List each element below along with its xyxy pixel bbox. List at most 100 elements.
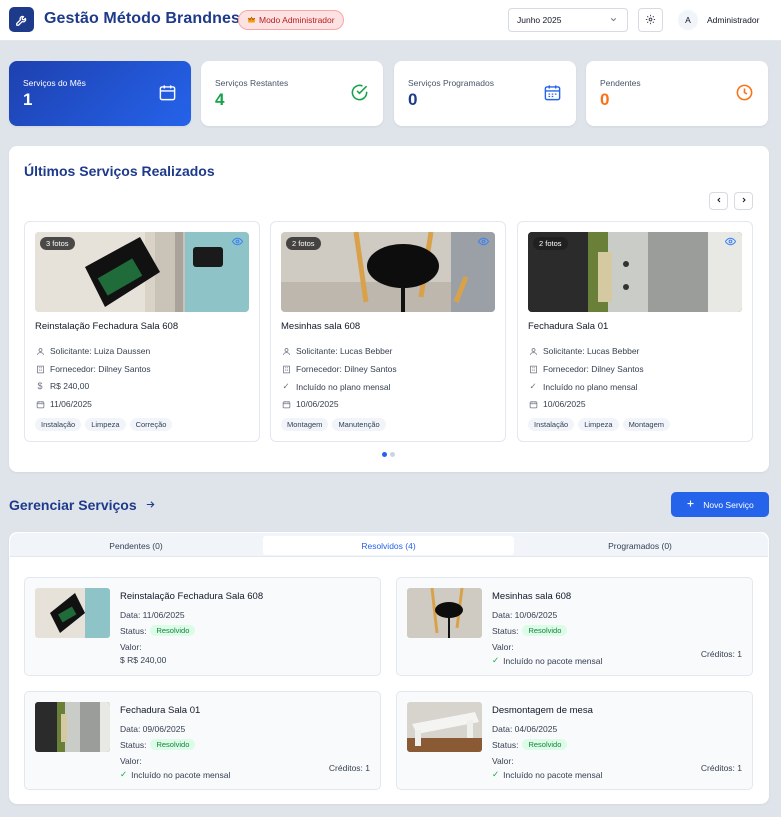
service-tags: Montagem Manutenção <box>281 418 386 431</box>
service-thumbnail[interactable] <box>35 588 110 638</box>
gear-icon <box>645 14 656 27</box>
service-status: Status: Resolvido <box>492 625 568 636</box>
service-cost: $ R$ 240,00 <box>35 381 89 391</box>
status-badge: Resolvido <box>522 625 568 636</box>
service-card[interactable]: 3 fotos Reinstalação Fechadura Sala 608 … <box>24 221 260 442</box>
stat-label: Pendentes <box>600 78 641 88</box>
resolved-service-card[interactable]: Mesinhas sala 608 Data: 10/06/2025 Statu… <box>396 577 753 676</box>
service-date: 10/06/2025 <box>528 399 586 409</box>
calendar-icon <box>528 400 538 409</box>
avatar[interactable]: A <box>678 10 698 30</box>
user-icon <box>281 347 291 356</box>
service-status: Status: Resolvido <box>120 739 196 750</box>
service-thumbnail[interactable] <box>407 702 482 752</box>
eye-icon[interactable] <box>723 235 738 247</box>
wrench-logo-icon <box>9 7 34 32</box>
recent-services-title: Últimos Serviços Realizados <box>24 163 215 179</box>
tag: Montagem <box>281 418 329 431</box>
user-name[interactable]: Administrador <box>707 15 759 25</box>
stat-label: Serviços do Mês <box>23 78 86 88</box>
calendar-icon <box>35 400 45 409</box>
crown-icon <box>247 15 256 26</box>
calendar-grid-icon <box>543 83 562 104</box>
service-photo[interactable]: 2 fotos <box>528 232 742 312</box>
new-service-button[interactable]: Novo Serviço <box>671 492 769 517</box>
service-title: Mesinhas sala 608 <box>492 591 572 602</box>
service-value-label: Valor: <box>120 756 142 766</box>
service-cost: ✓ Incluído no plano mensal <box>282 381 391 392</box>
service-title: Fechadura Sala 01 <box>120 705 201 716</box>
service-requester: Solicitante: Luiza Daussen <box>35 346 150 356</box>
tag: Correção <box>129 418 173 431</box>
service-value-label: Valor: <box>492 642 514 652</box>
service-title: Fechadura Sala 01 <box>528 321 609 332</box>
stat-card-services-month: Serviços do Mês 1 <box>9 61 191 126</box>
resolved-service-card[interactable]: Reinstalação Fechadura Sala 608 Data: 11… <box>24 577 381 676</box>
service-supplier: Fornecedor: Dilney Santos <box>528 364 644 374</box>
service-cost: ✓ Incluído no plano mensal <box>529 381 638 392</box>
manage-services-title[interactable]: Gerenciar Serviços <box>9 497 156 513</box>
service-requester: Solicitante: Lucas Bebber <box>528 346 639 356</box>
photo-count-badge: 3 fotos <box>40 237 75 250</box>
service-status: Status: Resolvido <box>120 625 196 636</box>
service-requester: Solicitante: Lucas Bebber <box>281 346 392 356</box>
arrow-right-icon <box>145 497 156 513</box>
service-date: 11/06/2025 <box>35 399 92 409</box>
carousel-dot[interactable] <box>382 452 387 457</box>
building-icon <box>528 365 538 374</box>
stat-label: Serviços Restantes <box>215 78 289 88</box>
dollar-icon: $ <box>37 381 43 391</box>
stat-card-pending: Pendentes 0 <box>586 61 768 126</box>
carousel-next-button[interactable] <box>734 192 753 210</box>
resolved-service-card[interactable]: Desmontagem de mesa Data: 04/06/2025 Sta… <box>396 691 753 790</box>
status-badge: Resolvido <box>150 739 196 750</box>
service-date: 10/06/2025 <box>281 399 339 409</box>
carousel-prev-button[interactable] <box>709 192 728 210</box>
service-tags: Instalação Limpeza Correção <box>35 418 173 431</box>
service-thumbnail[interactable] <box>35 702 110 752</box>
user-icon <box>528 347 538 356</box>
settings-button[interactable] <box>638 8 663 32</box>
status-badge: Resolvido <box>150 625 196 636</box>
status-badge: Resolvido <box>522 739 568 750</box>
service-value-label: Valor: <box>120 642 142 652</box>
service-value: ✓ Incluído no pacote mensal <box>492 655 603 666</box>
eye-icon[interactable] <box>230 235 245 247</box>
tab-scheduled[interactable]: Programados (0) <box>516 536 764 555</box>
service-card[interactable]: 2 fotos Mesinhas sala 608 Solicitante: L… <box>270 221 506 442</box>
admin-mode-badge: Modo Administrador <box>238 10 344 30</box>
service-card[interactable]: 2 fotos Fechadura Sala 01 Solicitante: L… <box>517 221 753 442</box>
plus-icon <box>686 499 695 510</box>
service-title: Desmontagem de mesa <box>492 705 593 716</box>
clock-icon <box>735 83 754 104</box>
tab-resolved[interactable]: Resolvidos (4) <box>263 536 514 555</box>
carousel-dot[interactable] <box>390 452 395 457</box>
stat-card-scheduled: Serviços Programados 0 <box>394 61 576 126</box>
calendar-icon <box>281 400 291 409</box>
service-date: Data: 10/06/2025 <box>492 610 558 620</box>
resolved-service-card[interactable]: Fechadura Sala 01 Data: 09/06/2025 Statu… <box>24 691 381 790</box>
service-date: Data: 04/06/2025 <box>492 724 558 734</box>
service-photo[interactable]: 3 fotos <box>35 232 249 312</box>
service-supplier: Fornecedor: Dilney Santos <box>281 364 397 374</box>
service-value: ✓ Incluído no pacote mensal <box>120 769 231 780</box>
tag: Instalação <box>35 418 82 431</box>
tab-pending[interactable]: Pendentes (0) <box>14 536 258 555</box>
eye-icon[interactable] <box>476 235 491 247</box>
service-thumbnail[interactable] <box>407 588 482 638</box>
photo-count-badge: 2 fotos <box>286 237 321 250</box>
stat-value: 0 <box>408 90 418 109</box>
service-photo[interactable]: 2 fotos <box>281 232 495 312</box>
stat-value: 1 <box>23 90 33 109</box>
month-select[interactable]: Junho 2025 <box>508 8 628 32</box>
check-icon: ✓ <box>492 655 500 665</box>
check-circle-icon <box>350 83 369 104</box>
service-title: Reinstalação Fechadura Sala 608 <box>120 591 264 602</box>
month-select-value: Junho 2025 <box>517 15 562 25</box>
service-credits: Créditos: 1 <box>700 763 742 773</box>
service-title: Mesinhas sala 608 <box>281 321 361 332</box>
photo-count-badge: 2 fotos <box>533 237 568 250</box>
stat-value: 4 <box>215 90 225 109</box>
service-credits: Créditos: 1 <box>700 649 742 659</box>
chevron-right-icon <box>740 196 748 206</box>
